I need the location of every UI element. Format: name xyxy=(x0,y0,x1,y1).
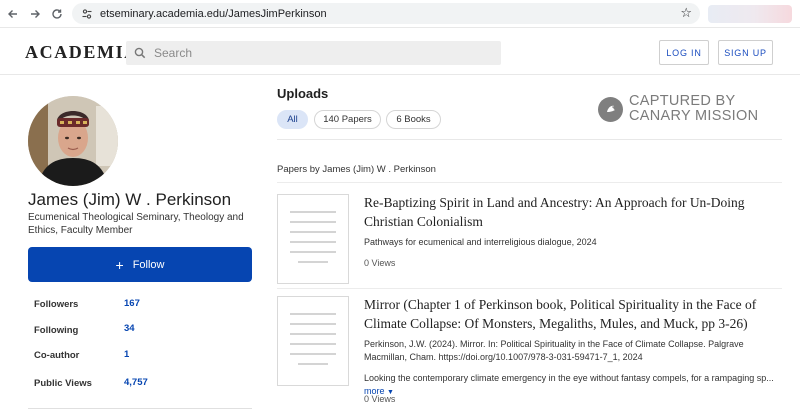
papers-section-heading: Papers by James (Jim) W . Perkinson xyxy=(277,164,436,175)
divider xyxy=(277,139,782,140)
follow-label: Follow xyxy=(132,258,165,271)
stat-coauthor-value[interactable]: 1 xyxy=(124,349,129,360)
paper-views: 0 Views xyxy=(364,394,396,404)
follow-button[interactable]: + Follow xyxy=(28,247,252,282)
forward-icon[interactable] xyxy=(24,3,46,25)
blurred-extensions-area xyxy=(708,5,792,23)
paper-meta: Perkinson, J.W. (2024). Mirror. In: Poli… xyxy=(364,339,744,362)
url-text: etseminary.academia.edu/JamesJimPerkinso… xyxy=(100,7,327,20)
site-header: ACADEMIA Search LOG IN SIGN UP xyxy=(0,27,800,75)
divider xyxy=(28,408,252,409)
bookmark-star-icon[interactable]: ☆ xyxy=(680,5,692,21)
filter-books-pill[interactable]: 6 Books xyxy=(386,110,441,129)
browser-toolbar: etseminary.academia.edu/JamesJimPerkinso… xyxy=(0,0,800,27)
back-icon[interactable] xyxy=(2,3,24,25)
profile-name: James (Jim) W . Perkinson xyxy=(28,190,232,209)
reload-icon[interactable] xyxy=(46,3,68,25)
address-bar[interactable]: etseminary.academia.edu/JamesJimPerkinso… xyxy=(72,3,700,24)
stat-followers-value[interactable]: 167 xyxy=(124,298,140,309)
stat-following-value[interactable]: 34 xyxy=(124,323,135,334)
stat-public-views-value[interactable]: 4,757 xyxy=(124,377,148,388)
login-button[interactable]: LOG IN xyxy=(659,40,709,65)
search-icon xyxy=(134,47,146,59)
site-settings-icon[interactable] xyxy=(80,7,94,21)
academia-logo[interactable]: ACADEMIA xyxy=(25,42,139,63)
paper-views: 0 Views xyxy=(364,258,396,268)
stat-public-views-label: Public Views xyxy=(34,378,92,389)
paper-thumbnail[interactable] xyxy=(277,296,349,386)
watermark-line-2: CANARY MISSION xyxy=(629,108,759,124)
divider xyxy=(277,182,782,183)
watermark-line-1: CAPTURED BY xyxy=(629,93,736,109)
paper-meta: Pathways for ecumenical and interreligio… xyxy=(364,237,597,247)
canary-bird-icon xyxy=(598,96,623,122)
canary-mission-watermark: CAPTURED BY CANARY MISSION xyxy=(598,94,758,124)
paper-title[interactable]: Re-Baptizing Spirit in Land and Ancestry… xyxy=(364,193,774,231)
avatar xyxy=(28,96,118,186)
divider xyxy=(277,288,782,289)
uploads-heading: Uploads xyxy=(277,86,329,101)
filter-papers-pill[interactable]: 140 Papers xyxy=(314,110,381,129)
signup-button[interactable]: SIGN UP xyxy=(718,40,773,65)
search-input[interactable]: Search xyxy=(126,41,501,65)
stat-followers-label: Followers xyxy=(34,299,79,310)
filter-all-pill[interactable]: All xyxy=(277,110,308,129)
paper-title[interactable]: Mirror (Chapter 1 of Perkinson book, Pol… xyxy=(364,295,774,333)
stat-coauthor-label: Co-author xyxy=(34,350,80,361)
paper-snippet-text: Looking the contemporary climate emergen… xyxy=(364,373,774,383)
plus-icon: + xyxy=(115,256,124,273)
paper-snippet: Looking the contemporary climate emergen… xyxy=(364,372,784,399)
stat-following-label: Following xyxy=(34,325,79,336)
profile-affiliation[interactable]: Ecumenical Theological Seminary, Theolog… xyxy=(28,211,258,237)
paper-thumbnail[interactable] xyxy=(277,194,349,284)
search-placeholder: Search xyxy=(154,46,193,60)
